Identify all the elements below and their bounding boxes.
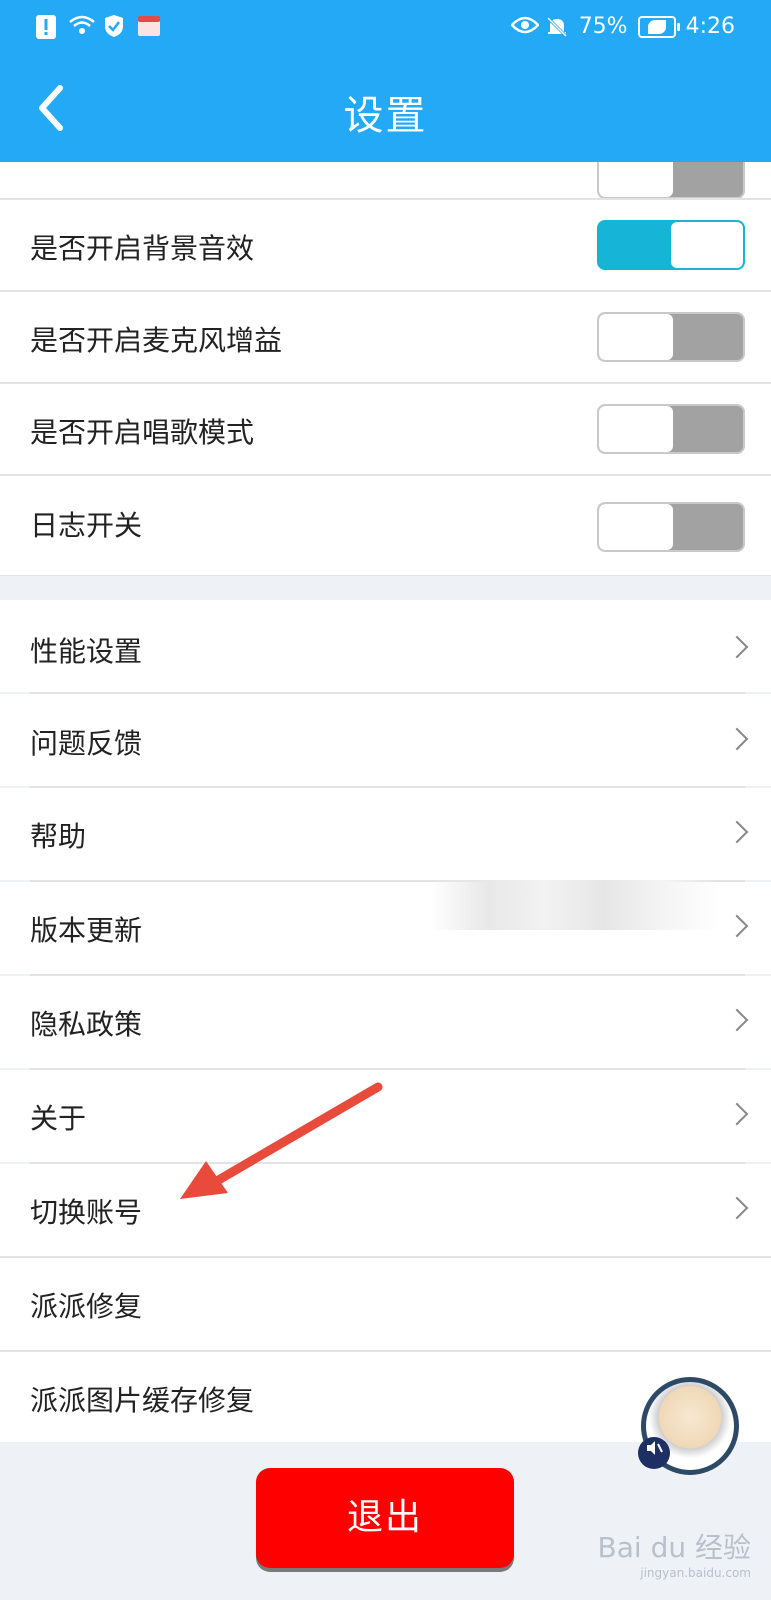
- watermark-logo: Bai du 经验 jingyan.baidu.com: [598, 1526, 751, 1580]
- settings-row-log-switch: 日志开关: [0, 476, 771, 575]
- row-label: 切换账号: [30, 1196, 143, 1229]
- mic-gain-toggle[interactable]: [597, 312, 745, 362]
- row-label: 日志开关: [30, 509, 143, 542]
- battery-icon: [637, 15, 680, 38]
- row-label: 派派修复: [30, 1290, 143, 1323]
- annotation-arrow: [180, 1082, 383, 1199]
- section-separator: [0, 575, 771, 601]
- clock-time: 4:26: [685, 14, 735, 39]
- row-label: 关于: [30, 1102, 87, 1135]
- bell-muted-icon: [545, 15, 569, 39]
- page-title: 设置: [343, 93, 428, 139]
- settings-row-singing-mode: 是否开启唱歌模式: [0, 384, 771, 474]
- log-switch-toggle[interactable]: [597, 502, 745, 552]
- logout-button[interactable]: 退出: [256, 1468, 514, 1568]
- nav-item-feedback[interactable]: 问题反馈: [0, 694, 771, 786]
- settings-row-background-sound: 是否开启背景音效: [0, 200, 771, 290]
- chevron-right-icon: [725, 727, 749, 751]
- row-label: 派派图片缓存修复: [30, 1384, 255, 1417]
- eye-icon: [509, 15, 540, 39]
- nav-item-help[interactable]: 帮助: [0, 788, 771, 880]
- settings-row-partial[interactable]: [0, 162, 771, 199]
- row-label: 问题反馈: [30, 727, 143, 760]
- chevron-right-icon: [725, 820, 749, 844]
- action-repair[interactable]: 派派修复: [0, 1258, 771, 1350]
- row-label: 是否开启唱歌模式: [30, 416, 255, 449]
- settings-row-mic-gain: 是否开启麦克风增益: [0, 292, 771, 382]
- redacted-version-value: [430, 880, 720, 930]
- chevron-right-icon: [725, 914, 749, 938]
- speaker-muted-icon: [638, 1437, 670, 1469]
- nav-item-privacy-policy[interactable]: 隐私政策: [0, 976, 771, 1068]
- app-header: 75% 4:26 设置: [0, 0, 771, 162]
- app-notification-icon: [136, 14, 160, 38]
- background-sound-toggle[interactable]: [597, 220, 745, 270]
- nav-item-performance[interactable]: 性能设置: [0, 600, 771, 692]
- watermark-text: Bai du 经验: [597, 1531, 751, 1564]
- battery-percent: 75%: [578, 14, 628, 39]
- row-label: 版本更新: [30, 914, 143, 947]
- row-label: 帮助: [30, 820, 87, 853]
- chevron-right-icon: [725, 1196, 749, 1220]
- row-label: 是否开启背景音效: [30, 232, 255, 265]
- row-label: 隐私政策: [30, 1008, 143, 1041]
- chevron-right-icon: [725, 1008, 749, 1032]
- alert-icon: [34, 14, 58, 39]
- chevron-right-icon: [725, 1102, 749, 1126]
- singing-mode-toggle[interactable]: [597, 404, 745, 454]
- wifi-icon: [68, 14, 95, 38]
- shield-icon: [102, 14, 126, 38]
- toggle-switch[interactable]: [597, 162, 745, 199]
- status-bar: 75% 4:26: [0, 0, 771, 58]
- chevron-right-icon: [725, 635, 749, 659]
- row-label: 性能设置: [30, 635, 143, 668]
- watermark-url: jingyan.baidu.com: [640, 1566, 751, 1580]
- row-label: 是否开启麦克风增益: [30, 324, 283, 357]
